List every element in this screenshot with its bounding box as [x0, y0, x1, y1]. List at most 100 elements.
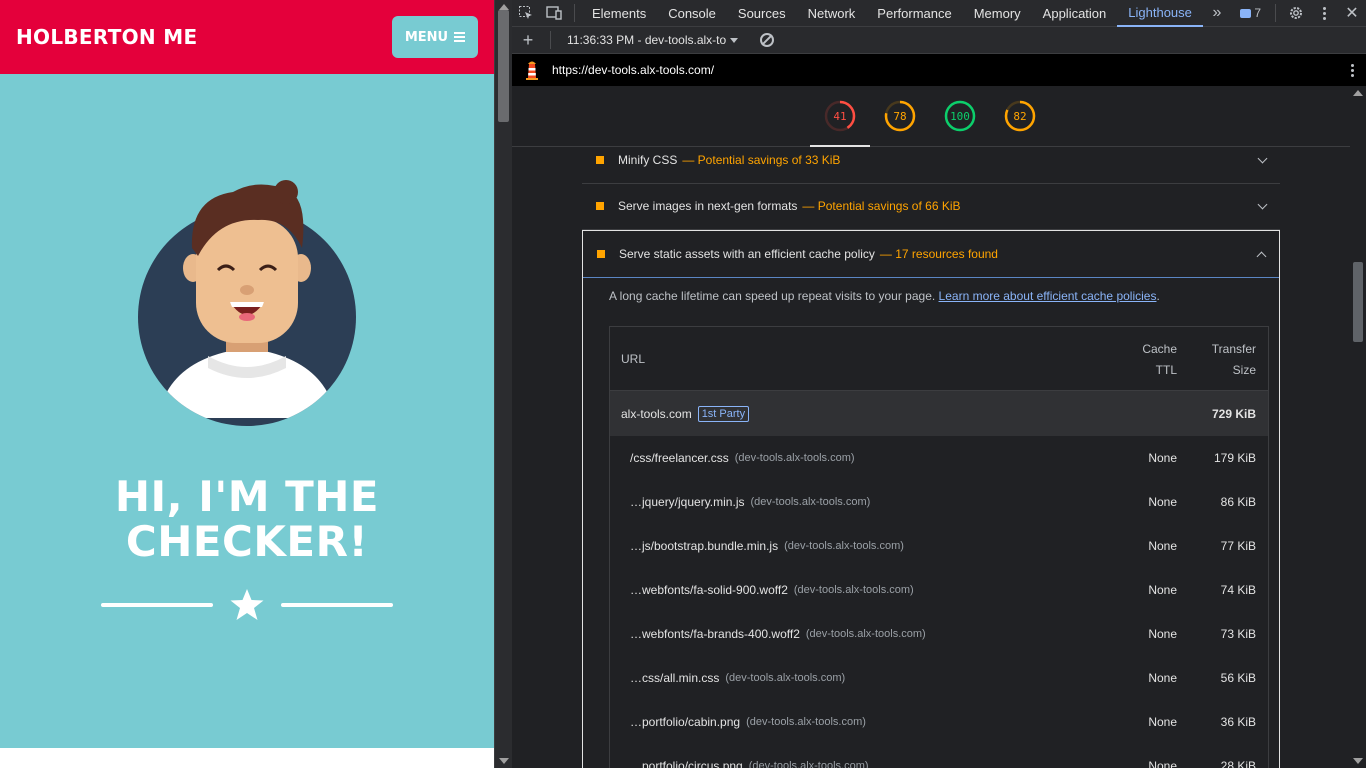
audit-summary: — 17 resources found	[879, 247, 998, 261]
row-url-path[interactable]: …portfolio/cabin.png	[630, 715, 740, 729]
row-ttl: None	[1148, 627, 1177, 641]
tab-elements[interactable]: Elements	[581, 0, 657, 27]
row-size: 36 KiB	[1220, 715, 1256, 729]
tab-application[interactable]: Application	[1032, 0, 1118, 27]
row-url-path[interactable]: …js/bootstrap.bundle.min.js	[630, 539, 778, 553]
chevron-down-icon[interactable]	[1257, 153, 1268, 163]
scroll-down-icon[interactable]	[499, 758, 509, 764]
audit-description: A long cache lifetime can speed up repea…	[609, 289, 1160, 303]
chevron-up-icon[interactable]	[1256, 251, 1267, 261]
row-url-host: (dev-tools.alx-tools.com)	[805, 628, 926, 640]
warning-square-icon	[596, 156, 604, 164]
audit-cache-policy: Serve static assets with an efficient ca…	[582, 230, 1280, 768]
report-selector[interactable]: 11:36:33 PM - dev-tools.alx-to	[557, 33, 748, 47]
row-size: 86 KiB	[1220, 495, 1256, 509]
report-scrollbar[interactable]	[1350, 86, 1366, 768]
table-group-row: alx-tools.com 1st Party 729 KiB	[610, 391, 1268, 436]
row-url: …portfolio/circus.png (dev-tools.alx-tool…	[630, 744, 869, 768]
tab-performance[interactable]: Performance	[866, 0, 962, 27]
tab-sources[interactable]: Sources	[727, 0, 797, 27]
row-url-host: (dev-tools.alx-tools.com)	[793, 584, 914, 596]
scrollbar-thumb[interactable]	[498, 10, 509, 122]
audit-next-gen-images[interactable]: Serve images in next-gen formats — Poten…	[582, 183, 1280, 230]
hamburger-icon	[454, 32, 466, 42]
row-url-path[interactable]: …portfolio/circus.png	[630, 759, 743, 768]
clear-reports-icon[interactable]	[760, 33, 775, 47]
tab-console[interactable]: Console	[657, 0, 727, 27]
site-brand[interactable]: HOLBERTON ME	[16, 25, 197, 49]
header-url: URL	[621, 352, 646, 366]
row-url-host: (dev-tools.alx-tools.com)	[746, 716, 866, 728]
row-url: /css/freelancer.css (dev-tools.alx-tools.…	[630, 436, 855, 480]
tab-lighthouse[interactable]: Lighthouse	[1117, 0, 1203, 27]
score-gauge[interactable]: 78	[884, 100, 916, 132]
row-url-path[interactable]: …css/all.min.css	[630, 671, 719, 685]
row-ttl: None	[1148, 539, 1177, 553]
audit-cache-policy-header[interactable]: Serve static assets with an efficient ca…	[583, 231, 1279, 278]
row-url-path[interactable]: /css/freelancer.css	[630, 451, 729, 465]
row-url-path[interactable]: …jquery/jquery.min.js	[630, 495, 744, 509]
scroll-up-icon[interactable]	[1353, 90, 1363, 96]
row-ttl: None	[1148, 583, 1177, 597]
dropdown-caret-icon	[730, 37, 739, 43]
row-url: …jquery/jquery.min.js (dev-tools.alx-tool…	[630, 480, 870, 524]
learn-more-link[interactable]: Learn more about efficient cache policie…	[939, 289, 1157, 303]
chevron-down-icon[interactable]	[1257, 199, 1268, 209]
tab-memory[interactable]: Memory	[963, 0, 1032, 27]
lighthouse-report: Minify CSS — Potential savings of 33 KiB…	[512, 147, 1350, 768]
avatar-image	[138, 178, 356, 426]
row-ttl: None	[1148, 671, 1177, 685]
close-icon[interactable]: ✕	[1338, 0, 1366, 27]
settings-gear-icon[interactable]	[1282, 0, 1310, 27]
scroll-down-icon[interactable]	[1353, 758, 1363, 764]
row-url-path[interactable]: …webfonts/fa-solid-900.woff2	[630, 583, 788, 597]
website-viewport: HOLBERTON ME MENU HI, I'M THE CHECKER!	[0, 0, 494, 768]
devtools-panel: Elements Console Sources Network Perform…	[512, 0, 1366, 768]
lighthouse-toolbar: + 11:36:33 PM - dev-tools.alx-to	[512, 27, 1366, 54]
report-url[interactable]: https://dev-tools.alx-tools.com/	[552, 63, 714, 77]
score-gauge[interactable]: 82	[1004, 100, 1036, 132]
row-ttl: None	[1148, 759, 1177, 768]
row-url-path[interactable]: …webfonts/fa-brands-400.woff2	[630, 627, 800, 641]
row-url: …webfonts/fa-brands-400.woff2 (dev-tools.…	[630, 612, 926, 656]
report-menu-icon[interactable]	[1338, 63, 1366, 77]
scrollbar-thumb[interactable]	[1353, 262, 1363, 342]
header-cache-ttl: Cache TTL	[1142, 342, 1177, 377]
score-value: 100	[950, 109, 970, 123]
resources-table: URL Cache TTL Transfer Size alx-tools.co…	[609, 326, 1269, 768]
row-url: …portfolio/cabin.png (dev-tools.alx-tools…	[630, 700, 866, 744]
row-size: 74 KiB	[1220, 583, 1256, 597]
row-size: 28 KiB	[1220, 759, 1256, 768]
score-gauge[interactable]: 100	[944, 100, 976, 132]
more-tabs-icon[interactable]: »	[1203, 0, 1231, 27]
inspect-element-icon[interactable]	[512, 0, 540, 27]
row-url-host: (dev-tools.alx-tools.com)	[784, 540, 904, 552]
hero-headline: HI, I'M THE CHECKER!	[114, 472, 380, 566]
devtools-tabbar: Elements Console Sources Network Perform…	[512, 0, 1366, 27]
new-report-icon[interactable]: +	[512, 30, 544, 51]
table-row: …webfonts/fa-solid-900.woff2 (dev-tools.a…	[610, 568, 1268, 612]
customize-menu-icon[interactable]	[1310, 0, 1338, 27]
row-size: 77 KiB	[1220, 539, 1256, 553]
report-url-bar: https://dev-tools.alx-tools.com/	[512, 54, 1366, 86]
star-divider	[101, 586, 393, 624]
score-gauge[interactable]: 41	[824, 100, 856, 132]
group-size: 729 KiB	[1211, 406, 1256, 421]
device-toolbar-icon[interactable]	[540, 0, 568, 27]
toolbar-separator	[574, 4, 575, 22]
header-transfer-size-line1: Transfer	[1211, 342, 1256, 356]
row-ttl: None	[1148, 495, 1177, 509]
menu-button[interactable]: MENU	[392, 16, 478, 58]
row-ttl: None	[1148, 451, 1177, 465]
table-row: …js/bootstrap.bundle.min.js (dev-tools.al…	[610, 524, 1268, 568]
table-row: …portfolio/cabin.png (dev-tools.alx-tools…	[610, 700, 1268, 744]
toolbar-separator	[550, 31, 551, 49]
page-scrollbar[interactable]	[494, 0, 512, 768]
issues-counter[interactable]: 7	[1232, 6, 1269, 20]
score-gauges: 41 78 100 82	[512, 86, 1350, 147]
row-url-host: (dev-tools.alx-tools.com)	[734, 452, 855, 464]
audit-title: Serve static assets with an efficient ca…	[619, 247, 875, 261]
tab-network[interactable]: Network	[797, 0, 867, 27]
audit-minify-css[interactable]: Minify CSS — Potential savings of 33 KiB	[582, 147, 1280, 184]
next-section	[0, 748, 494, 768]
